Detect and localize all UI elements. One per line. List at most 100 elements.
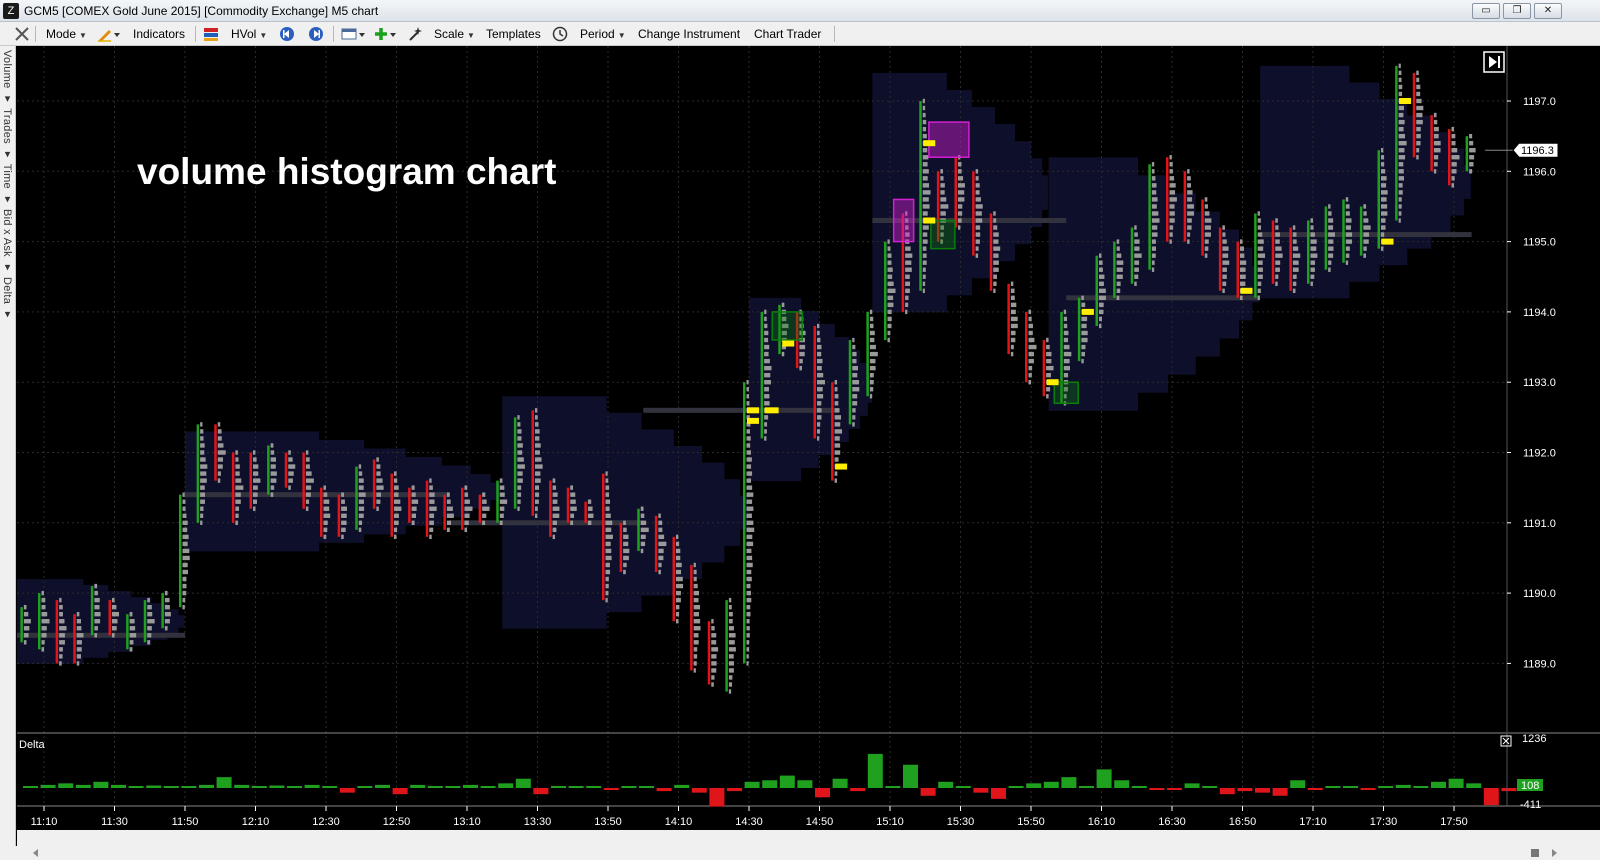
volume-cell (1134, 274, 1139, 279)
period-dropdown[interactable]: Period ▼ (580, 26, 626, 42)
volume-cell (182, 590, 187, 596)
horizontal-scrollbar[interactable] (17, 830, 1600, 846)
volume-cell (1416, 133, 1421, 139)
volume-cell (746, 619, 750, 624)
volume-cell (817, 365, 822, 371)
volume-cell (746, 647, 750, 652)
templates-button[interactable]: Templates (486, 26, 541, 42)
volume-cell (1063, 344, 1070, 350)
volume-cell (535, 415, 538, 420)
volume-cell (1187, 211, 1195, 216)
volume-cell (94, 597, 100, 603)
indicators-button[interactable]: Indicators (133, 26, 185, 42)
minimize-button[interactable]: ▭ (1472, 3, 1500, 19)
volume-cell (253, 478, 261, 483)
forward-icon[interactable] (308, 26, 324, 42)
volume-cell (1010, 344, 1014, 350)
volume-cell (922, 169, 929, 174)
volume-cell (1416, 84, 1421, 90)
volume-cell (993, 232, 999, 237)
volume-cell (1222, 274, 1227, 279)
volume-cell (975, 169, 979, 174)
volume-cell (411, 513, 417, 518)
close-button[interactable]: ✕ (1534, 3, 1562, 19)
rewind-icon[interactable] (279, 26, 295, 42)
volume-cell (1275, 281, 1278, 286)
chart-type-tabs[interactable]: Volume ▾ Trades ▾ Time ▾ Bid x Ask ▾ Del… (0, 46, 16, 846)
delta-bar (1184, 783, 1200, 788)
color-scheme-icon[interactable] (203, 26, 219, 42)
mode-dropdown[interactable]: Mode ▼ (46, 26, 87, 42)
volume-cell (59, 597, 62, 603)
volume-cell (764, 337, 769, 343)
volume-cell (746, 576, 752, 582)
volume-cell (235, 450, 238, 455)
volume-cell (1257, 218, 1261, 223)
change-instrument-button[interactable]: Change Instrument (638, 26, 740, 42)
price-chart[interactable]: 1197.0 1196.0 1195.0 1194.0 1193.0 1192.0 1191… (17, 46, 1600, 830)
delta-bar (1149, 788, 1165, 790)
delta-bar (1131, 786, 1147, 788)
volume-cell (746, 562, 753, 568)
delta-bar (1325, 786, 1341, 788)
volume-cell (887, 239, 890, 244)
volume-cell (1398, 183, 1403, 188)
volume-cell (658, 548, 664, 554)
volume-cell (1010, 281, 1014, 286)
volume-cell (1046, 337, 1049, 343)
volume-cell (764, 436, 767, 441)
volume-cell (711, 619, 714, 624)
price-bar (1289, 227, 1292, 291)
volume-cell (1345, 260, 1349, 265)
volume-cell (728, 689, 732, 694)
volume-profile-slice (749, 467, 802, 482)
hvol-dropdown[interactable]: HVol ▼ (231, 26, 267, 42)
delta-bar (1360, 788, 1376, 790)
volume-cell (746, 485, 753, 490)
volume-cell (922, 190, 931, 195)
delta-bar (603, 788, 619, 790)
chart-trader-button[interactable]: Chart Trader (754, 26, 821, 42)
volume-cell (358, 520, 363, 525)
volume-cell (746, 387, 749, 392)
chart-window-icon[interactable] (341, 26, 367, 42)
magic-wand-icon[interactable] (407, 26, 423, 42)
volume-cell (164, 611, 171, 617)
delta-bar (1043, 781, 1059, 788)
volume-profile-slice (185, 525, 406, 535)
volume-cell (552, 478, 556, 483)
volume-cell (499, 513, 504, 518)
volume-cell (640, 541, 646, 547)
volume-cell (817, 337, 821, 343)
price-bar (1218, 227, 1222, 291)
volume-cell (905, 288, 910, 294)
delta-bar (93, 781, 109, 788)
add-plus-icon[interactable] (373, 26, 399, 42)
restore-button[interactable]: ❐ (1503, 3, 1531, 19)
chart-type-tab-labels[interactable]: Volume ▾ Trades ▾ Time ▾ Bid x Ask ▾ Del… (1, 50, 14, 321)
volume-cell (517, 492, 522, 497)
crosshair-tool-icon[interactable] (14, 26, 30, 42)
volume-cell (394, 506, 402, 511)
scale-dropdown[interactable]: Scale ▼ (434, 26, 475, 42)
price-bar (1095, 255, 1098, 326)
volume-cell (270, 478, 277, 483)
volume-cell (200, 457, 206, 462)
volume-cell (1010, 323, 1018, 329)
scroll-right-icon[interactable] (1552, 849, 1557, 857)
volume-cell (1381, 169, 1386, 174)
pencil-draw-icon[interactable] (97, 26, 123, 42)
volume-cell (1381, 204, 1388, 209)
volume-cell (270, 443, 274, 448)
volume-cell (535, 443, 541, 448)
time-tick-label: 12:30 (312, 816, 340, 828)
time-tick-label: 12:50 (383, 816, 411, 828)
volume-cell (1063, 358, 1070, 364)
scroll-left-icon[interactable] (33, 849, 38, 857)
clock-icon[interactable] (552, 26, 568, 42)
scroll-to-end-button[interactable] (1483, 51, 1505, 73)
volume-cell (1151, 267, 1155, 272)
price-bar (1236, 241, 1239, 298)
scroll-thumb[interactable] (1531, 849, 1539, 857)
volume-cell (834, 422, 841, 427)
